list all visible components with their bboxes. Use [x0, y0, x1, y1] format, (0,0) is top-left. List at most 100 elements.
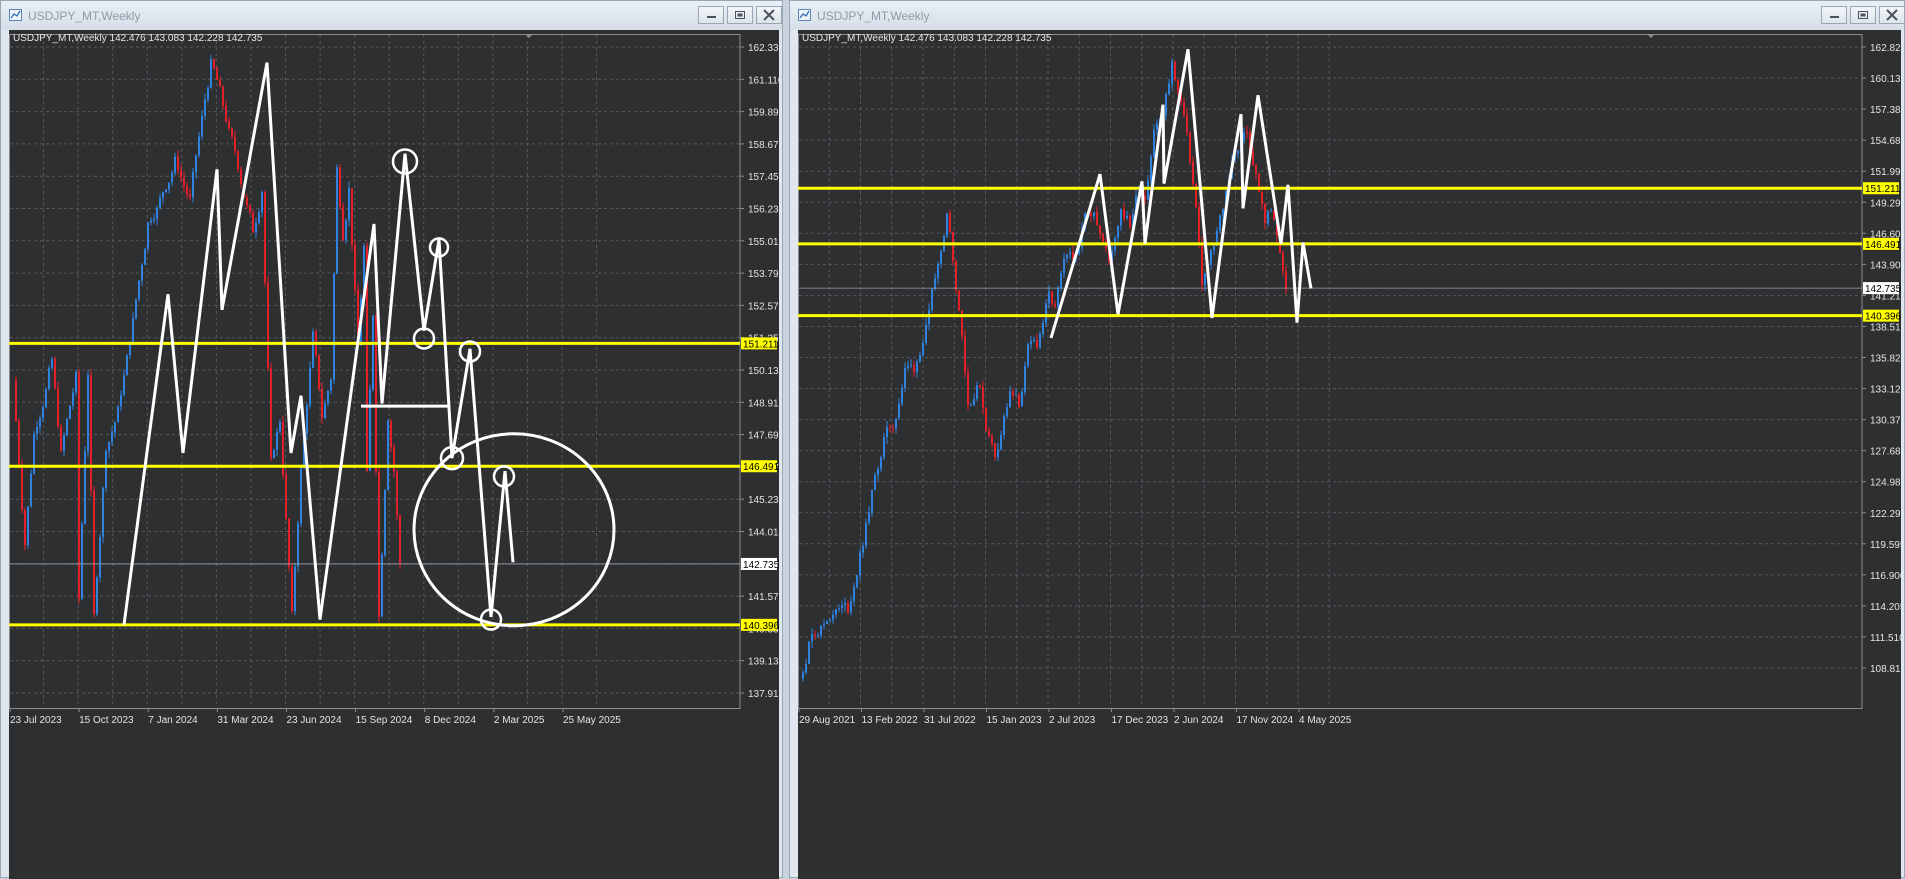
candle-body: [222, 86, 224, 106]
candle-body: [81, 523, 83, 599]
window-titlebar[interactable]: USDJPY_MT,Weekly: [790, 1, 1905, 30]
price-chart-right[interactable]: 162.825 160.130 157.380 154.685 151.990 149.2…: [798, 30, 1901, 879]
candle-body: [925, 324, 927, 344]
candle-body: [273, 450, 275, 458]
candle-body: [937, 263, 939, 279]
candle-body: [1123, 208, 1125, 219]
candle-body: [27, 506, 29, 546]
y-tick-label: 153.790: [748, 269, 779, 280]
candle-body: [318, 355, 320, 389]
x-tick-label: 25 May 2025: [563, 715, 621, 726]
candle-body: [123, 375, 125, 395]
candle-body: [898, 403, 900, 419]
candlestick-chart[interactable]: 162.330 161.110 159.890 158.670 157.450 156.2…: [9, 30, 779, 879]
candle-body: [979, 385, 981, 387]
candle-body: [985, 407, 987, 431]
candle-body: [1129, 215, 1131, 228]
candle-body: [69, 405, 71, 419]
candle-body: [324, 403, 326, 419]
price-chart-left[interactable]: 162.330 161.110 159.890 158.670 157.450 156.2…: [9, 30, 779, 879]
candle-body: [1255, 164, 1257, 174]
x-tick-label: 15 Oct 2023: [79, 715, 134, 726]
candle-body: [333, 273, 335, 380]
candle-body: [1219, 215, 1221, 231]
y-tick-label: 154.685: [1870, 136, 1901, 147]
candle-body: [378, 471, 380, 617]
minimize-icon: [707, 16, 716, 18]
x-tick-label: 15 Jan 2023: [987, 715, 1042, 726]
candle-body: [1021, 391, 1023, 407]
y-tick-label: 143.905: [1870, 260, 1901, 271]
candle-body: [15, 380, 17, 422]
candle-body: [270, 368, 272, 458]
candle-body: [216, 68, 218, 81]
candle-body: [991, 435, 993, 444]
candles: [802, 58, 1287, 682]
chart-window-left[interactable]: USDJPY_MT,Weekly 162.330 161.110 159.890 15…: [0, 0, 783, 879]
y-tick-label: 162.330: [748, 43, 779, 54]
y-tick-label: 139.130: [748, 657, 779, 668]
candle-body: [1009, 391, 1011, 408]
candle-body: [976, 385, 978, 399]
y-tick-label: 144.010: [748, 528, 779, 539]
candle-body: [159, 197, 161, 208]
candle-body: [880, 457, 882, 469]
candle-body: [901, 387, 903, 404]
y-tick-label: 159.890: [748, 108, 779, 119]
maximize-button[interactable]: [727, 6, 753, 24]
candle-body: [1030, 340, 1032, 345]
big-circle-annotation[interactable]: [412, 432, 616, 628]
candle-body: [856, 575, 858, 587]
candle-body: [372, 315, 374, 390]
zigzag-annotation[interactable]: [1049, 49, 1313, 339]
candle-body: [814, 634, 816, 637]
candle-body: [345, 220, 347, 241]
x-tick-label: 23 Jun 2024: [287, 715, 342, 726]
minimize-button[interactable]: [698, 6, 724, 24]
candle-body: [1165, 94, 1167, 116]
candle-body: [1171, 61, 1173, 84]
candle-body: [1063, 258, 1065, 274]
candle-body: [93, 490, 95, 614]
candle-body: [1198, 207, 1200, 243]
candle-body: [1120, 208, 1122, 226]
candle-body: [1033, 340, 1035, 342]
close-button[interactable]: [756, 6, 782, 24]
window-titlebar[interactable]: USDJPY_MT,Weekly: [1, 1, 782, 30]
close-icon: [763, 9, 775, 21]
candle-body: [78, 371, 80, 599]
candle-body: [261, 192, 263, 213]
candle-body: [117, 406, 119, 423]
candle-body: [45, 389, 47, 408]
candle-body: [808, 641, 810, 664]
candle-body: [84, 451, 86, 524]
candle-body: [883, 437, 885, 458]
close-button[interactable]: [1879, 6, 1905, 24]
candle-body: [1126, 215, 1128, 219]
candle-body: [838, 608, 840, 610]
minimize-button[interactable]: [1821, 6, 1847, 24]
shift-marker-icon: [1647, 34, 1655, 38]
candle-body: [204, 99, 206, 116]
chart-window-right[interactable]: USDJPY_MT,Weekly 162.825 160.130 157.380 15…: [789, 0, 1905, 879]
candle-body: [36, 427, 38, 435]
y-tick-label: 122.290: [1870, 509, 1901, 520]
candle-body: [1090, 213, 1092, 217]
candle-body: [904, 367, 906, 388]
candle-body: [132, 317, 134, 342]
candle-body: [210, 59, 212, 88]
candle-body: [940, 251, 942, 264]
candle-body: [72, 392, 74, 406]
candle-body: [958, 290, 960, 311]
candle-body: [1261, 192, 1263, 205]
candle-body: [1222, 209, 1224, 216]
candle-body: [183, 177, 185, 186]
y-tick-label: 145.230: [748, 495, 779, 506]
y-tick-label: 151.990: [1870, 167, 1901, 178]
candlestick-chart[interactable]: 162.825 160.130 157.380 154.685 151.990 149.2…: [798, 30, 1901, 879]
maximize-button[interactable]: [1850, 6, 1876, 24]
candle-body: [1267, 211, 1269, 224]
candle-body: [1246, 132, 1248, 134]
candle-body: [1201, 242, 1203, 286]
candle-body: [889, 427, 891, 429]
